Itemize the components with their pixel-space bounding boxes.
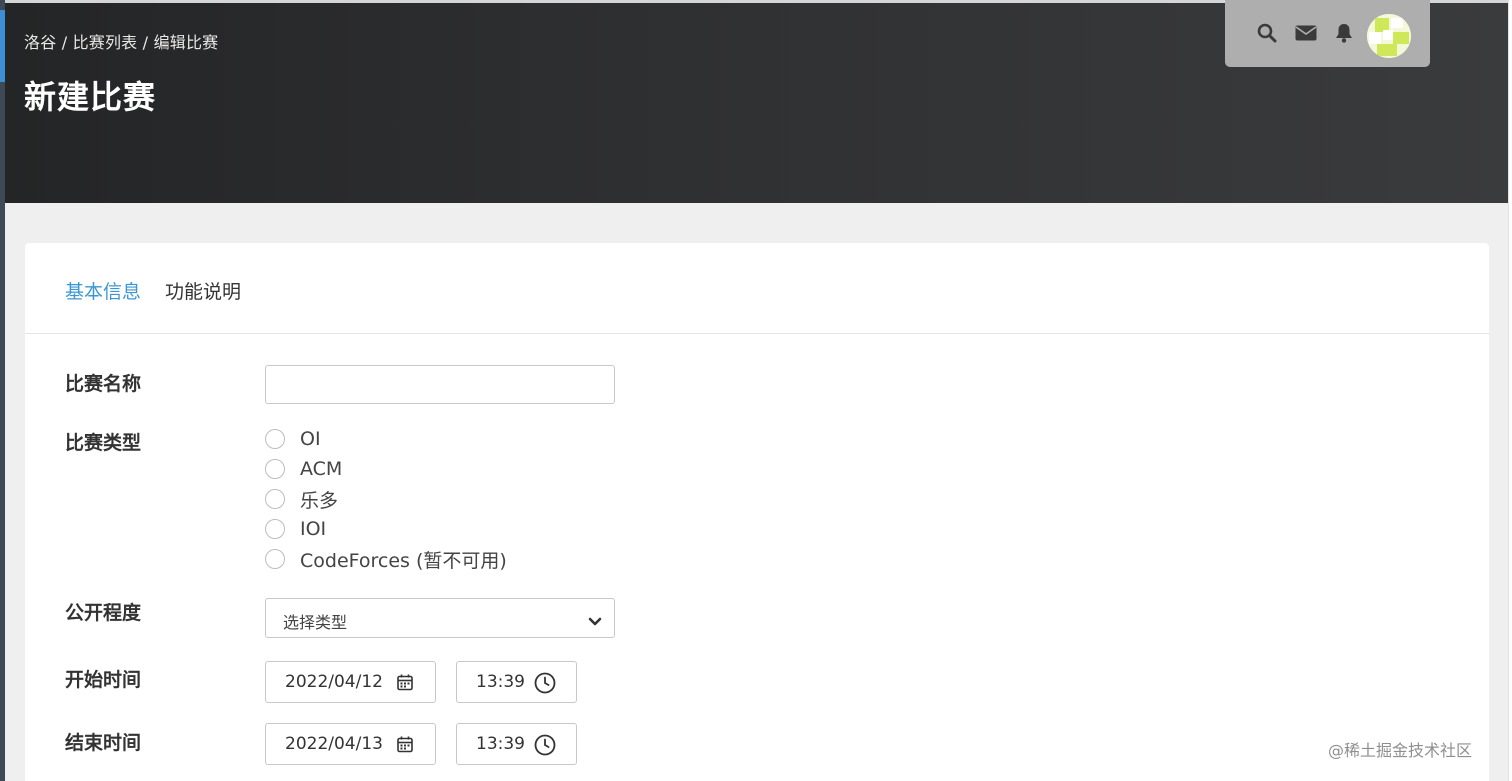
breadcrumb-separator: / — [137, 33, 154, 52]
visibility-select-value: 选择类型 — [283, 613, 348, 632]
start-date-value: 2022/04/12 — [285, 672, 383, 692]
page-title: 新建比赛 — [24, 78, 157, 116]
radio-label: OI — [300, 428, 321, 450]
tab-basic-info[interactable]: 基本信息 — [65, 277, 141, 304]
radio-type-oi[interactable]: OI — [265, 427, 321, 451]
radio-circle[interactable] — [265, 549, 285, 569]
contest-name-label: 比赛名称 — [65, 373, 142, 395]
breadcrumb-item-edit-contest: 编辑比赛 — [153, 33, 219, 52]
watermark: @稀土掘金技术社区 — [1328, 741, 1473, 760]
calendar-icon[interactable] — [397, 736, 413, 757]
bell-icon[interactable] — [1332, 21, 1356, 45]
breadcrumb-separator: / — [56, 33, 73, 52]
radio-label: CodeForces (暂不可用) — [300, 549, 507, 572]
avatar[interactable] — [1367, 14, 1411, 58]
radio-type-ledo[interactable]: 乐多 — [265, 487, 339, 512]
clock-icon[interactable] — [534, 734, 556, 760]
right-scroll-edge — [1508, 0, 1512, 781]
visibility-select[interactable]: 选择类型 — [265, 598, 615, 638]
radio-label: ACM — [300, 458, 343, 480]
contest-type-label: 比赛类型 — [65, 432, 142, 454]
page-header: 洛谷 / 比赛列表 / 编辑比赛 新建比赛 — [5, 0, 1508, 203]
mail-icon[interactable] — [1294, 21, 1318, 45]
radio-circle[interactable] — [265, 459, 285, 479]
calendar-icon[interactable] — [397, 674, 413, 695]
clock-icon[interactable] — [534, 672, 556, 698]
end-time-label: 结束时间 — [65, 732, 142, 754]
start-date-input[interactable]: 2022/04/12 — [265, 661, 436, 703]
end-date-input[interactable]: 2022/04/13 — [265, 723, 436, 765]
user-toolbar — [1225, 0, 1430, 67]
radio-label: 乐多 — [300, 489, 339, 512]
radio-circle[interactable] — [265, 519, 285, 539]
breadcrumb: 洛谷 / 比赛列表 / 编辑比赛 — [24, 29, 218, 53]
chevron-down-icon — [588, 612, 602, 631]
radio-type-ioi[interactable]: IOI — [265, 517, 326, 541]
radio-type-codeforces[interactable]: CodeForces (暂不可用) — [265, 547, 507, 572]
start-time-label: 开始时间 — [65, 669, 142, 691]
radio-circle[interactable] — [265, 489, 285, 509]
tab-bar: 基本信息 功能说明 — [25, 243, 1489, 334]
end-date-value: 2022/04/13 — [285, 734, 383, 754]
start-time-value: 13:39 — [476, 672, 525, 692]
tab-feature-description[interactable]: 功能说明 — [165, 277, 241, 304]
end-time-input[interactable]: 13:39 — [456, 723, 577, 765]
radio-circle[interactable] — [265, 429, 285, 449]
start-time-input[interactable]: 13:39 — [456, 661, 577, 703]
contest-form-card: 基本信息 功能说明 比赛名称 比赛类型 OI ACM 乐多 IOI CodeFo… — [25, 243, 1489, 781]
breadcrumb-item-contest-list[interactable]: 比赛列表 — [73, 33, 138, 52]
radio-type-acm[interactable]: ACM — [265, 457, 342, 481]
radio-label: IOI — [300, 518, 327, 540]
contest-name-input[interactable] — [265, 365, 615, 404]
search-icon[interactable] — [1255, 21, 1279, 45]
end-time-value: 13:39 — [476, 734, 525, 754]
breadcrumb-item-luogu[interactable]: 洛谷 — [24, 33, 56, 52]
visibility-label: 公开程度 — [65, 602, 142, 624]
